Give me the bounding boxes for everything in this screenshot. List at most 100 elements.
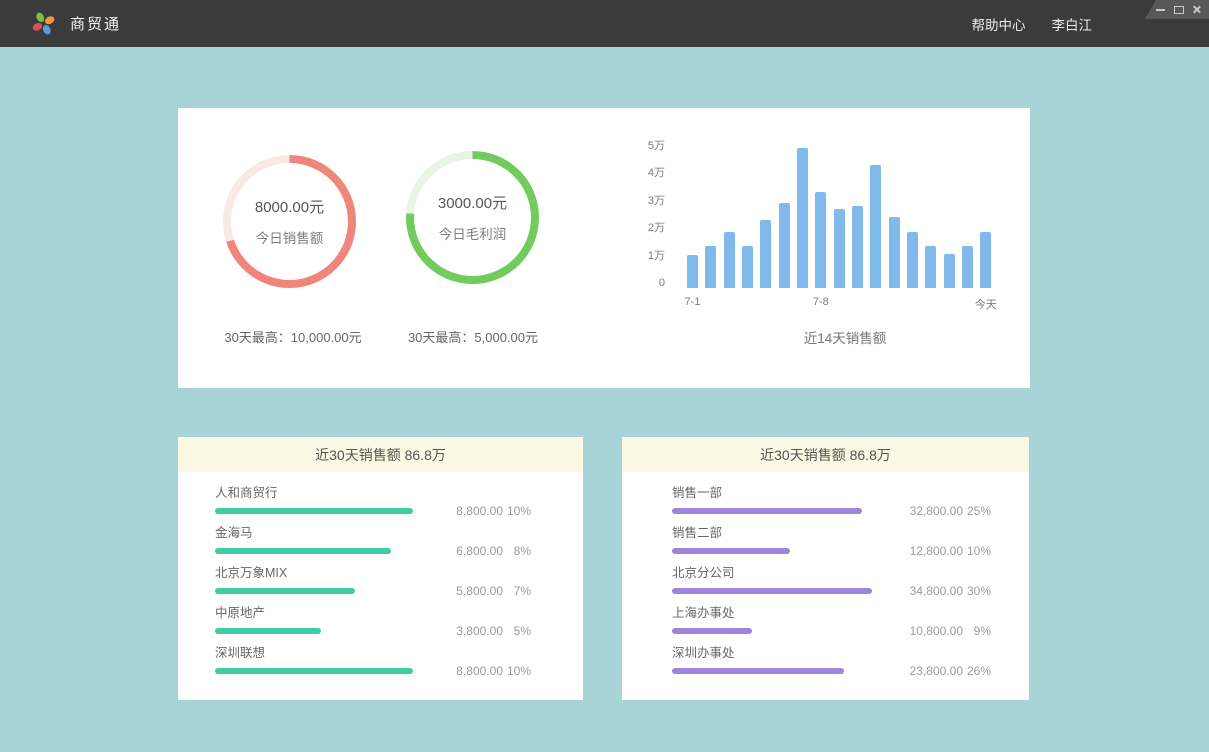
bar-chart-y-axis: 5万4万3万2万1万0	[598, 138, 665, 298]
item-progress-bar	[672, 628, 752, 634]
item-bar-track	[672, 548, 872, 554]
daily-sales-bar	[834, 209, 845, 289]
y-tick-label: 3万	[648, 194, 665, 208]
daily-sales-bar	[907, 232, 918, 288]
daily-sales-bar	[925, 246, 936, 289]
item-bar-line: 10,800.009%	[672, 625, 991, 636]
item-amount: 3,800.00	[433, 624, 503, 638]
profit-30day-max: 30天最高：5,000.00元	[358, 327, 588, 346]
today-sales-value: 8000.00元	[255, 196, 324, 217]
item-bar-track	[215, 548, 415, 554]
item-percent: 5%	[503, 624, 531, 638]
item-amount: 8,800.00	[433, 664, 503, 678]
list-item[interactable]: 金海马 6,800.008%	[215, 525, 531, 556]
list-item[interactable]: 销售一部32,800.0025%	[672, 485, 991, 516]
item-name: 金海马	[215, 525, 531, 541]
list-item[interactable]: 人和商贸行8,800.0010%	[215, 485, 531, 516]
item-name: 上海办事处	[672, 605, 991, 621]
item-bar-line: 8,800.0010%	[215, 505, 531, 516]
department-sales-card: 近30天销售额 86.8万 销售一部32,800.0025% 销售二部 12,800…	[622, 437, 1029, 700]
item-progress-bar	[215, 508, 413, 514]
today-sales-donut-center: 8000.00元 今日销售额	[231, 163, 348, 280]
customer-rows: 人和商贸行8,800.0010% 金海马 6,800.008% 北京万象MIX5,80…	[178, 472, 583, 676]
item-name: 北京分公司	[672, 565, 991, 581]
daily-sales-bar	[724, 232, 735, 288]
item-progress-bar	[215, 668, 413, 674]
item-bar-line: 23,800.0026%	[672, 665, 991, 676]
daily-sales-bar	[962, 246, 973, 289]
x-tick-label: 7-1	[685, 296, 701, 308]
item-bar-track	[215, 508, 415, 514]
item-amount: 8,800.00	[433, 504, 503, 518]
item-bar-track	[215, 588, 415, 594]
item-progress-bar	[672, 668, 844, 674]
item-bar-line: 34,800.0030%	[672, 585, 991, 596]
today-sales-label: 今日销售额	[256, 227, 324, 247]
list-item[interactable]: 深圳办事处 23,800.0026%	[672, 645, 991, 676]
department-rows: 销售一部32,800.0025% 销售二部 12,800.0010% 北京分公司 34,…	[622, 472, 1029, 676]
bar-chart-x-axis: 7-17-8今天	[687, 296, 992, 310]
item-bar-track	[672, 588, 872, 594]
item-bar-track	[672, 628, 872, 634]
list-item[interactable]: 北京分公司 34,800.0030%	[672, 565, 991, 596]
item-percent: 25%	[963, 504, 991, 518]
item-percent: 9%	[963, 624, 991, 638]
today-profit-donut-center: 3000.00元 今日毛利润	[414, 159, 531, 276]
y-tick-label: 5万	[648, 139, 665, 153]
item-progress-bar	[672, 548, 790, 554]
list-item[interactable]: 上海办事处 10,800.009%	[672, 605, 991, 636]
user-name-link[interactable]: 李白江	[1052, 14, 1093, 34]
item-percent: 8%	[503, 544, 531, 558]
daily-sales-bar	[980, 232, 991, 288]
item-bar-track	[215, 628, 415, 634]
x-tick-label: 今天	[975, 296, 997, 312]
minimize-icon[interactable]	[1156, 5, 1165, 14]
item-amount: 32,800.00	[893, 504, 963, 518]
daily-sales-bar	[705, 246, 716, 289]
y-tick-label: 4万	[648, 166, 665, 180]
list-item[interactable]: 中原地产3,800.005%	[215, 605, 531, 636]
daily-sales-bar	[870, 165, 881, 288]
item-name: 销售二部	[672, 525, 991, 541]
app-title: 商贸通	[70, 13, 121, 34]
item-progress-bar	[672, 588, 872, 594]
daily-sales-bar	[815, 192, 826, 288]
maximize-icon[interactable]	[1174, 5, 1183, 14]
today-profit-value: 3000.00元	[438, 192, 507, 213]
list-item[interactable]: 北京万象MIX5,800.007%	[215, 565, 531, 596]
item-percent: 26%	[963, 664, 991, 678]
daily-sales-bar	[944, 254, 955, 288]
item-bar-line: 12,800.0010%	[672, 545, 991, 556]
bar-chart-plot	[687, 138, 992, 288]
x-tick-label: 7-8	[813, 296, 829, 308]
item-bar-line: 6,800.008%	[215, 545, 531, 556]
daily-sales-bar	[779, 203, 790, 288]
daily-sales-bar	[852, 206, 863, 288]
close-icon[interactable]	[1192, 5, 1201, 14]
daily-sales-bar	[760, 220, 771, 289]
daily-sales-bar	[687, 255, 698, 288]
item-progress-bar	[215, 628, 321, 634]
y-tick-label: 2万	[648, 221, 665, 235]
item-name: 深圳办事处	[672, 645, 991, 661]
item-percent: 10%	[963, 544, 991, 558]
item-progress-bar	[215, 548, 391, 554]
item-bar-track	[672, 508, 872, 514]
item-bar-line: 8,800.0010%	[215, 665, 531, 676]
app-header: 商贸通 帮助中心 李白江	[0, 0, 1209, 47]
item-progress-bar	[215, 588, 355, 594]
department-card-title: 近30天销售额 86.8万	[622, 437, 1029, 472]
item-progress-bar	[672, 508, 862, 514]
help-center-link[interactable]: 帮助中心	[972, 14, 1026, 34]
header-nav: 帮助中心 李白江	[972, 14, 1093, 34]
list-item[interactable]: 深圳联想8,800.0010%	[215, 645, 531, 676]
today-profit-donut: 3000.00元 今日毛利润	[406, 151, 539, 284]
today-profit-label: 今日毛利润	[439, 223, 507, 243]
daily-sales-bar	[797, 148, 808, 288]
item-percent: 7%	[503, 584, 531, 598]
list-item[interactable]: 销售二部 12,800.0010%	[672, 525, 991, 556]
daily-sales-bar	[742, 246, 753, 289]
today-sales-donut: 8000.00元 今日销售额	[223, 155, 356, 288]
item-bar-line: 32,800.0025%	[672, 505, 991, 516]
y-tick-label: 0	[659, 276, 665, 290]
